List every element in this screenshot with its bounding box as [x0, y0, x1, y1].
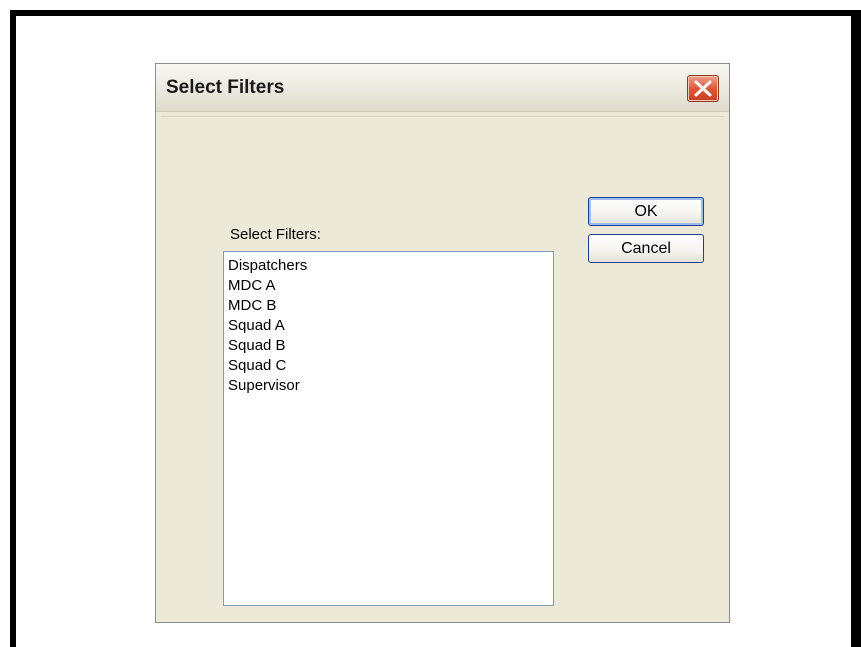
list-item-mdc-a[interactable]: MDC A: [228, 276, 276, 296]
cancel-button[interactable]: Cancel: [588, 234, 704, 263]
list-item-squad-c[interactable]: Squad C: [228, 356, 286, 376]
frame-border-left: [10, 10, 16, 647]
list-item-squad-a[interactable]: Squad A: [228, 316, 285, 336]
close-x-icon: [694, 80, 712, 97]
filters-list-label: Select Filters:: [230, 226, 321, 243]
frame-border-top: [10, 10, 861, 16]
list-item-supervisor[interactable]: Supervisor: [228, 376, 300, 396]
list-item-squad-b[interactable]: Squad B: [228, 336, 286, 356]
screenshot-frame: Select Filters OK Cancel Select Filters:…: [0, 0, 861, 647]
close-button[interactable]: [687, 75, 719, 102]
filters-listbox[interactable]: Dispatchers MDC A MDC B Squad A Squad B …: [223, 251, 554, 606]
dialog-title: Select Filters: [166, 77, 285, 98]
select-filters-dialog: Select Filters OK Cancel Select Filters:…: [155, 63, 730, 623]
list-item-mdc-b[interactable]: MDC B: [228, 296, 276, 316]
ok-button[interactable]: OK: [588, 197, 704, 226]
list-item-dispatchers[interactable]: Dispatchers: [228, 256, 307, 276]
dialog-content: OK Cancel Select Filters: Dispatchers MD…: [161, 116, 724, 616]
dialog-titlebar[interactable]: Select Filters: [156, 64, 729, 112]
frame-border-right: [851, 10, 861, 647]
